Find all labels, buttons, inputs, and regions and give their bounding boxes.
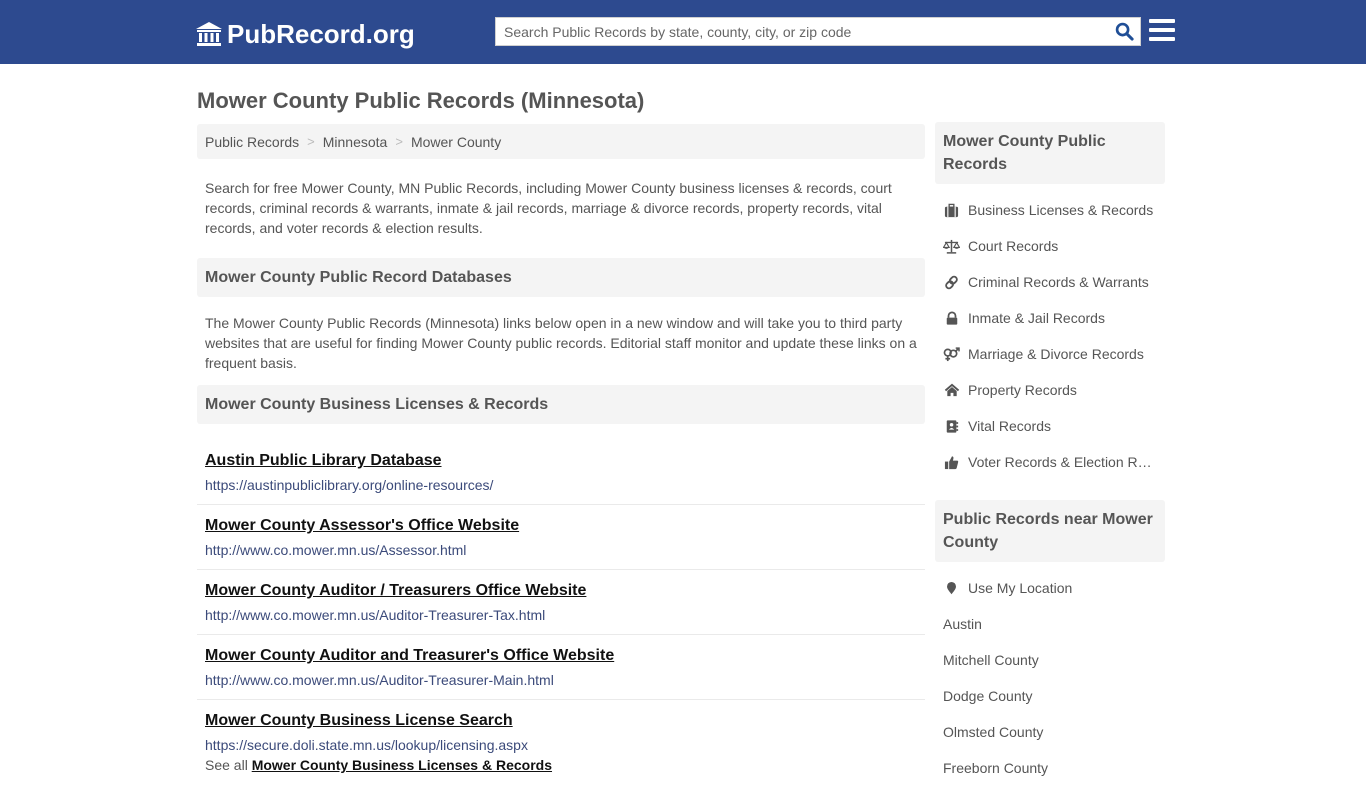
breadcrumb-minnesota[interactable]: Minnesota [323,134,388,150]
list-item: Mower County Auditor and Treasurer's Off… [197,635,925,700]
sidebar-item-label: Voter Records & Election Results [968,454,1158,470]
link-title[interactable]: Mower County Business License Search [205,711,513,731]
logo-text: PubRecord.org [227,18,415,49]
map-marker-icon [943,580,960,596]
sidebar-item-vital-records[interactable]: Vital Records [935,408,1165,444]
use-my-location-label: Use My Location [968,580,1073,596]
link-url[interactable]: http://www.co.mower.mn.us/Assessor.html [205,541,917,559]
sidebar-item-label: Marriage & Divorce Records [968,346,1144,362]
sidebar-item-voter-records[interactable]: Voter Records & Election Results [935,444,1165,480]
balance-scale-icon [943,238,960,254]
courthouse-icon [195,20,223,48]
near-item-olmsted-county[interactable]: Olmsted County [935,714,1165,750]
sidebar-records-list: Business Licenses & Records Court Record… [935,184,1165,480]
sidebar-item-property-records[interactable]: Property Records [935,372,1165,408]
sidebar-item-business-licenses[interactable]: Business Licenses & Records [935,192,1165,228]
search-icon [1115,22,1134,41]
sidebar-item-court-records[interactable]: Court Records [935,228,1165,264]
briefcase-icon [943,202,960,218]
near-item-freeborn-county[interactable]: Freeborn County [935,750,1165,786]
databases-description: The Mower County Public Records (Minneso… [205,315,917,371]
lock-icon [943,310,960,326]
venus-mars-icon [943,346,960,362]
link-url[interactable]: https://austinpubliclibrary.org/online-r… [205,476,917,494]
sidebar-item-marriage-records[interactable]: Marriage & Divorce Records [935,336,1165,372]
search-bar [495,17,1141,46]
search-input[interactable] [496,18,1108,45]
sidebar-item-label: Business Licenses & Records [968,202,1154,218]
link-title[interactable]: Mower County Auditor and Treasurer's Off… [205,646,614,666]
thumbs-up-icon [943,454,960,470]
sidebar-near-heading: Public Records near Mower County [935,500,1165,562]
sidebar-item-criminal-records[interactable]: Criminal Records & Warrants [935,264,1165,300]
business-link-list: Austin Public Library Database https://a… [197,440,925,756]
menu-bar-icon [1149,28,1175,32]
near-item-austin[interactable]: Austin [935,606,1165,642]
sidebar-item-label: Property Records [968,382,1077,398]
business-heading: Mower County Business Licenses & Records [197,385,925,424]
top-navigation-bar: PubRecord.org [0,0,1366,64]
link-title[interactable]: Mower County Assessor's Office Website [205,516,519,536]
hamburger-menu-button[interactable] [1149,19,1175,43]
address-book-icon [943,418,960,434]
menu-bar-icon [1149,37,1175,41]
menu-bar-icon [1149,19,1175,23]
page-title: Mower County Public Records (Minnesota) [197,88,645,113]
breadcrumb-separator: > [307,134,315,149]
main-content: Public Records > Minnesota > Mower Count… [197,124,925,774]
sidebar-item-inmate-records[interactable]: Inmate & Jail Records [935,300,1165,336]
link-icon [943,274,960,290]
breadcrumb-separator: > [395,134,403,149]
sidebar-item-label: Criminal Records & Warrants [968,274,1149,290]
link-title[interactable]: Mower County Auditor / Treasurers Office… [205,581,586,601]
see-all-prefix: See all [205,757,248,773]
home-icon [943,382,960,398]
breadcrumb: Public Records > Minnesota > Mower Count… [197,124,925,159]
see-all-link[interactable]: Mower County Business Licenses & Records [252,757,552,773]
intro-text: Search for free Mower County, MN Public … [205,180,892,236]
sidebar-item-label: Inmate & Jail Records [968,310,1105,326]
sidebar-item-label: Vital Records [968,418,1052,434]
list-item: Mower County Auditor / Treasurers Office… [197,570,925,635]
list-item: Mower County Business License Search htt… [197,700,925,756]
list-item: Mower County Assessor's Office Website h… [197,505,925,570]
breadcrumb-public-records[interactable]: Public Records [205,134,299,150]
databases-heading: Mower County Public Record Databases [197,258,925,297]
search-button[interactable] [1108,18,1140,45]
sidebar-records-heading: Mower County Public Records [935,122,1165,184]
use-my-location-button[interactable]: Use My Location [935,570,1165,606]
see-all-row: See all Mower County Business Licenses &… [197,756,925,774]
link-title[interactable]: Austin Public Library Database [205,451,442,471]
sidebar: Mower County Public Records Business Lic… [935,122,1165,786]
near-item-dodge-county[interactable]: Dodge County [935,678,1165,714]
link-url[interactable]: http://www.co.mower.mn.us/Auditor-Treasu… [205,606,917,624]
sidebar-near-list: Use My Location Austin Mitchell County D… [935,562,1165,786]
link-url[interactable]: http://www.co.mower.mn.us/Auditor-Treasu… [205,671,917,689]
list-item: Austin Public Library Database https://a… [197,440,925,505]
sidebar-item-label: Court Records [968,238,1059,254]
site-logo[interactable]: PubRecord.org [195,17,415,51]
breadcrumb-mower-county[interactable]: Mower County [411,134,501,150]
near-item-mitchell-county[interactable]: Mitchell County [935,642,1165,678]
link-url[interactable]: https://secure.doli.state.mn.us/lookup/l… [205,736,917,754]
